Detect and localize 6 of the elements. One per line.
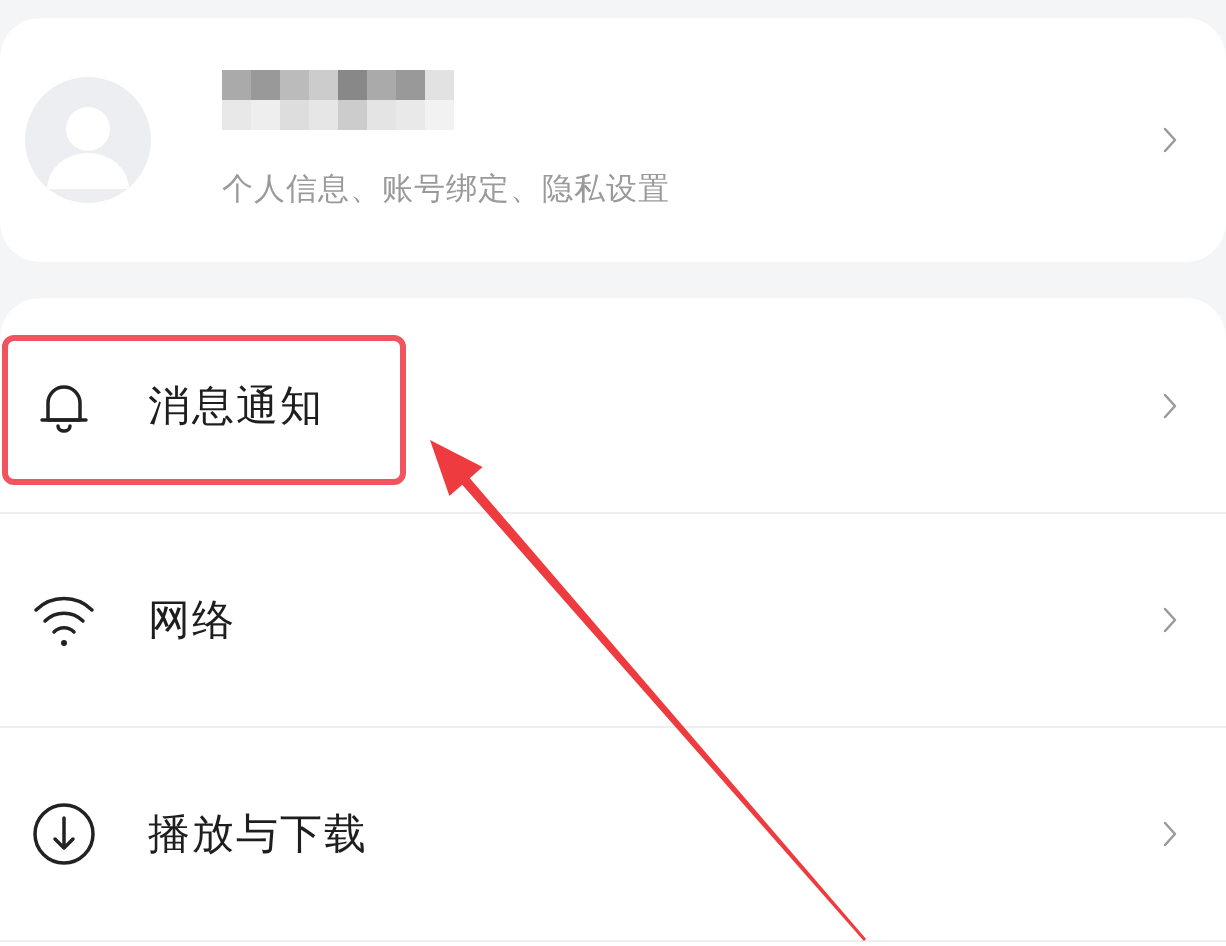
profile-subtitle: 个人信息、账号绑定、隐私设置 — [222, 169, 671, 208]
chevron-right-icon — [1162, 392, 1178, 420]
download-icon — [32, 802, 96, 866]
chevron-right-icon — [1162, 126, 1178, 154]
chevron-right-icon — [1162, 606, 1178, 634]
chevron-right-icon — [1162, 820, 1178, 848]
